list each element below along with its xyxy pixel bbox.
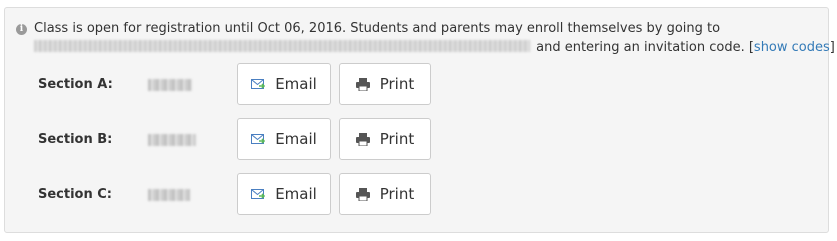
section-label: Section B: [38,132,113,147]
section-label: Section C: [38,187,113,202]
print-button-label: Print [379,130,415,148]
notice-text-after-url: and entering an invitation code. [532,40,749,55]
print-button-label: Print [379,75,415,93]
printer-icon [355,187,370,201]
email-button-section-a[interactable]: Email [237,63,331,105]
registration-info-panel: i Class is open for registration until Oc… [4,7,835,233]
section-row-a: Section A: Email Print [5,63,828,107]
redacted-section-code [148,189,190,201]
redacted-section-code [148,134,196,146]
email-envelope-icon [251,78,266,90]
email-button-section-c[interactable]: Email [237,173,331,215]
print-button-label: Print [379,185,415,203]
email-button-label: Email [275,130,317,148]
email-button-label: Email [275,185,317,203]
section-row-c: Section C: Email Print [5,173,828,217]
notice-text: Class is open for registration until Oct… [34,21,721,36]
email-envelope-icon [251,188,266,200]
print-button-section-a[interactable]: Print [339,63,431,105]
registration-notice: i Class is open for registration until Oc… [16,19,835,57]
print-button-section-c[interactable]: Print [339,173,431,215]
print-button-section-b[interactable]: Print [339,118,431,160]
section-label: Section A: [38,77,113,92]
printer-icon [355,132,370,146]
info-icon: i [16,24,27,35]
redacted-registration-url [34,40,530,52]
section-row-b: Section B: Email Print [5,118,828,162]
bracket-close: ] [829,40,835,55]
email-button-section-b[interactable]: Email [237,118,331,160]
show-codes-link[interactable]: show codes [754,40,830,55]
printer-icon [355,77,370,91]
redacted-section-code [148,79,192,91]
email-envelope-icon [251,133,266,145]
email-button-label: Email [275,75,317,93]
